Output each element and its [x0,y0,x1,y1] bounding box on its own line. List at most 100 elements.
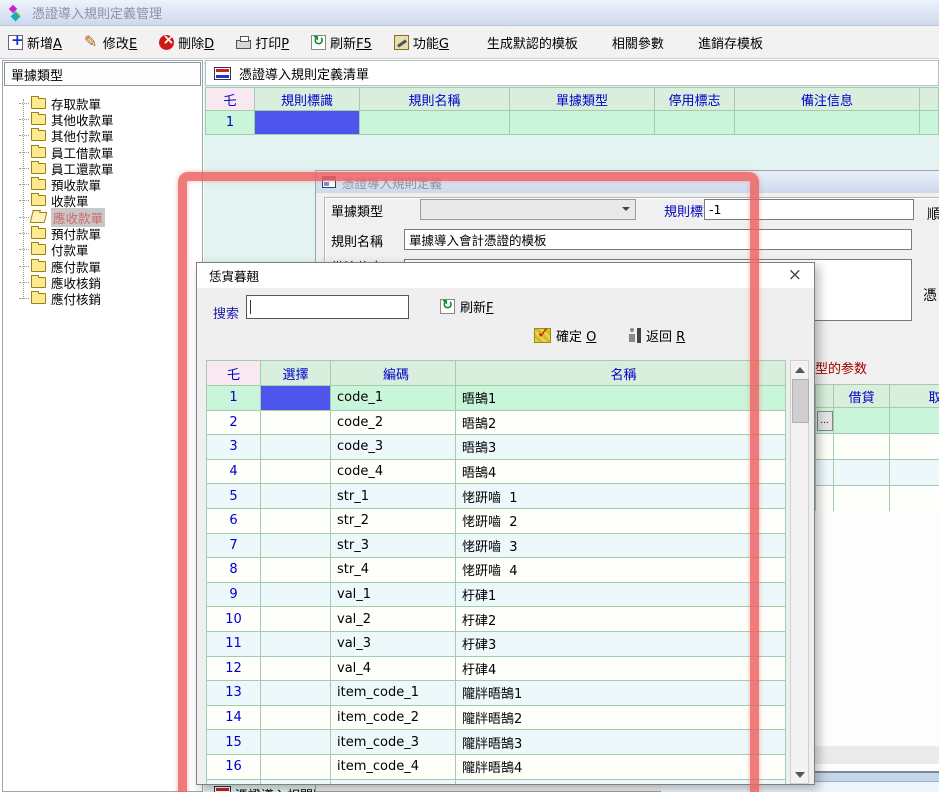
popup-name-cell[interactable]: 隴牉晤鵠4 [456,755,786,780]
tree-item[interactable]: 其他收款單 [19,111,202,127]
popup-select-cell[interactable] [261,632,331,657]
popup-table-row[interactable]: 2 code_2 晤鵠2 [206,411,786,436]
toolbar-button[interactable]: 刷新F5 [311,33,372,52]
rule-id-cell-selected[interactable] [255,111,360,135]
popup-table-row[interactable]: 6 str_2 恅趼嚙 2 [206,509,786,534]
popup-code-cell[interactable]: code_3 [331,435,456,460]
tree-item[interactable]: 預付款單 [19,225,202,241]
remark-cell[interactable] [735,111,920,135]
popup-code-cell[interactable]: item_str_1 [331,780,456,785]
popup-name-cell[interactable]: 隴牉晤鵠3 [456,730,786,755]
popup-select-cell[interactable] [261,706,331,731]
popup-code-cell[interactable]: str_4 [331,558,456,583]
popup-name-cell[interactable]: 晤鵠2 [456,411,786,436]
tree-item[interactable]: 存取款單 [19,95,202,111]
popup-table-row[interactable]: 15 item_code_3 隴牉晤鵠3 [206,730,786,755]
popup-table-row[interactable]: 5 str_1 恅趼嚙 1 [206,484,786,509]
popup-name-cell[interactable]: 恅趼嚙 2 [456,509,786,534]
close-icon[interactable]: × [788,267,802,284]
popup-code-cell[interactable]: item_code_3 [331,730,456,755]
popup-table-row[interactable]: 14 item_code_2 隴牉晤鵠2 [206,706,786,731]
toolbar-button[interactable]: 刪除D [159,33,214,52]
popup-name-cell[interactable]: 隴牉晤鵠1 [456,681,786,706]
popup-select-cell[interactable] [261,755,331,780]
popup-name-cell[interactable]: 杅硉1 [456,583,786,608]
popup-select-cell[interactable] [261,484,331,509]
popup-name-cell[interactable]: 隴牉晤鵠2 [456,706,786,731]
rule-name-cell[interactable] [360,111,510,135]
popup-select-cell[interactable] [261,780,331,785]
popup-name-cell[interactable]: 恅趼嚙 4 [456,558,786,583]
popup-scrollbar[interactable] [790,360,809,784]
toolbar-button[interactable]: 打印P [236,33,289,52]
doc-type-combobox[interactable] [420,199,636,220]
popup-name-cell[interactable]: 杅硉2 [456,607,786,632]
popup-table-row[interactable]: 13 item_code_1 隴牉晤鵠1 [206,681,786,706]
popup-table-row[interactable]: 9 val_1 杅硉1 [206,583,786,608]
tree-item[interactable]: 應付核銷 [19,291,202,307]
popup-name-cell[interactable]: 晤鵠1 [456,386,786,411]
popup-select-cell[interactable] [261,460,331,485]
search-input[interactable] [246,295,409,319]
popup-name-cell[interactable]: 恅趼嚙 3 [456,534,786,559]
popup-code-cell[interactable]: code_4 [331,460,456,485]
popup-name-cell[interactable]: 隴牉恅趼嚙 1 [456,780,786,785]
popup-code-cell[interactable]: val_1 [331,583,456,608]
popup-table-row[interactable]: 10 val_2 杅硉2 [206,607,786,632]
popup-select-cell[interactable] [261,386,331,411]
tree-item[interactable]: 員工借款單 [19,144,202,160]
popup-table-row[interactable]: 11 val_3 杅硉3 [206,632,786,657]
disabled-flag-cell[interactable] [655,111,735,135]
rule-id-input[interactable]: -1 [704,199,914,220]
popup-code-cell[interactable]: val_3 [331,632,456,657]
popup-code-cell[interactable]: val_2 [331,607,456,632]
popup-name-cell[interactable]: 晤鵠3 [456,435,786,460]
popup-select-cell[interactable] [261,730,331,755]
popup-table-row[interactable]: 4 code_4 晤鵠4 [206,460,786,485]
popup-select-cell[interactable] [261,583,331,608]
popup-code-cell[interactable]: str_1 [331,484,456,509]
popup-name-cell[interactable]: 杅硉4 [456,657,786,682]
tree-item[interactable]: 應收款單 [19,209,202,225]
scroll-up-icon[interactable] [791,361,808,378]
popup-select-cell[interactable] [261,607,331,632]
ok-button[interactable]: 確定 O [534,326,596,345]
popup-table-row[interactable]: 17 item_str_1 隴牉恅趼嚙 1 [206,780,786,785]
tree-item[interactable]: 其他付款單 [19,128,202,144]
popup-name-cell[interactable]: 晤鵠4 [456,460,786,485]
rule-name-input[interactable]: 單據導入會計憑證的模板 [404,229,912,250]
popup-code-cell[interactable]: code_1 [331,386,456,411]
tree-item[interactable]: 員工還款單 [19,160,202,176]
tree-item[interactable]: 應付款單 [19,258,202,274]
popup-table-row[interactable]: 16 item_code_4 隴牉晤鵠4 [206,755,786,780]
popup-select-cell[interactable] [261,657,331,682]
tree-item[interactable]: 預收款單 [19,176,202,192]
tree-item[interactable]: 應收核銷 [19,274,202,290]
scroll-down-icon[interactable] [791,766,808,783]
popup-code-cell[interactable]: item_code_4 [331,755,456,780]
popup-table-row[interactable]: 8 str_4 恅趼嚙 4 [206,558,786,583]
popup-code-cell[interactable]: item_code_1 [331,681,456,706]
toolbar-text-button[interactable]: 相關參數 [612,33,664,52]
popup-select-cell[interactable] [261,534,331,559]
back-button[interactable]: 返回 R [625,326,685,345]
toolbar-text-button[interactable]: 進銷存模板 [698,33,763,52]
popup-name-cell[interactable]: 杅硉3 [456,632,786,657]
doc-type-cell[interactable] [510,111,655,135]
popup-table-row[interactable]: 7 str_3 恅趼嚙 3 [206,534,786,559]
popup-name-cell[interactable]: 恅趼嚙 1 [456,484,786,509]
popup-select-cell[interactable] [261,411,331,436]
popup-code-cell[interactable]: item_code_2 [331,706,456,731]
popup-select-cell[interactable] [261,681,331,706]
popup-select-cell[interactable] [261,435,331,460]
tree-item[interactable]: 付款單 [19,242,202,258]
scrollbar-thumb[interactable] [792,379,809,423]
tree-item[interactable]: 收款單 [19,193,202,209]
popup-code-cell[interactable]: str_3 [331,534,456,559]
toolbar-button[interactable]: 新增A [8,33,62,52]
toolbar-button[interactable]: 功能G [394,33,449,52]
popup-select-cell[interactable] [261,509,331,534]
popup-table-row[interactable]: 12 val_4 杅硉4 [206,657,786,682]
popup-select-cell[interactable] [261,558,331,583]
rule-list-row[interactable]: 1 [205,111,939,135]
